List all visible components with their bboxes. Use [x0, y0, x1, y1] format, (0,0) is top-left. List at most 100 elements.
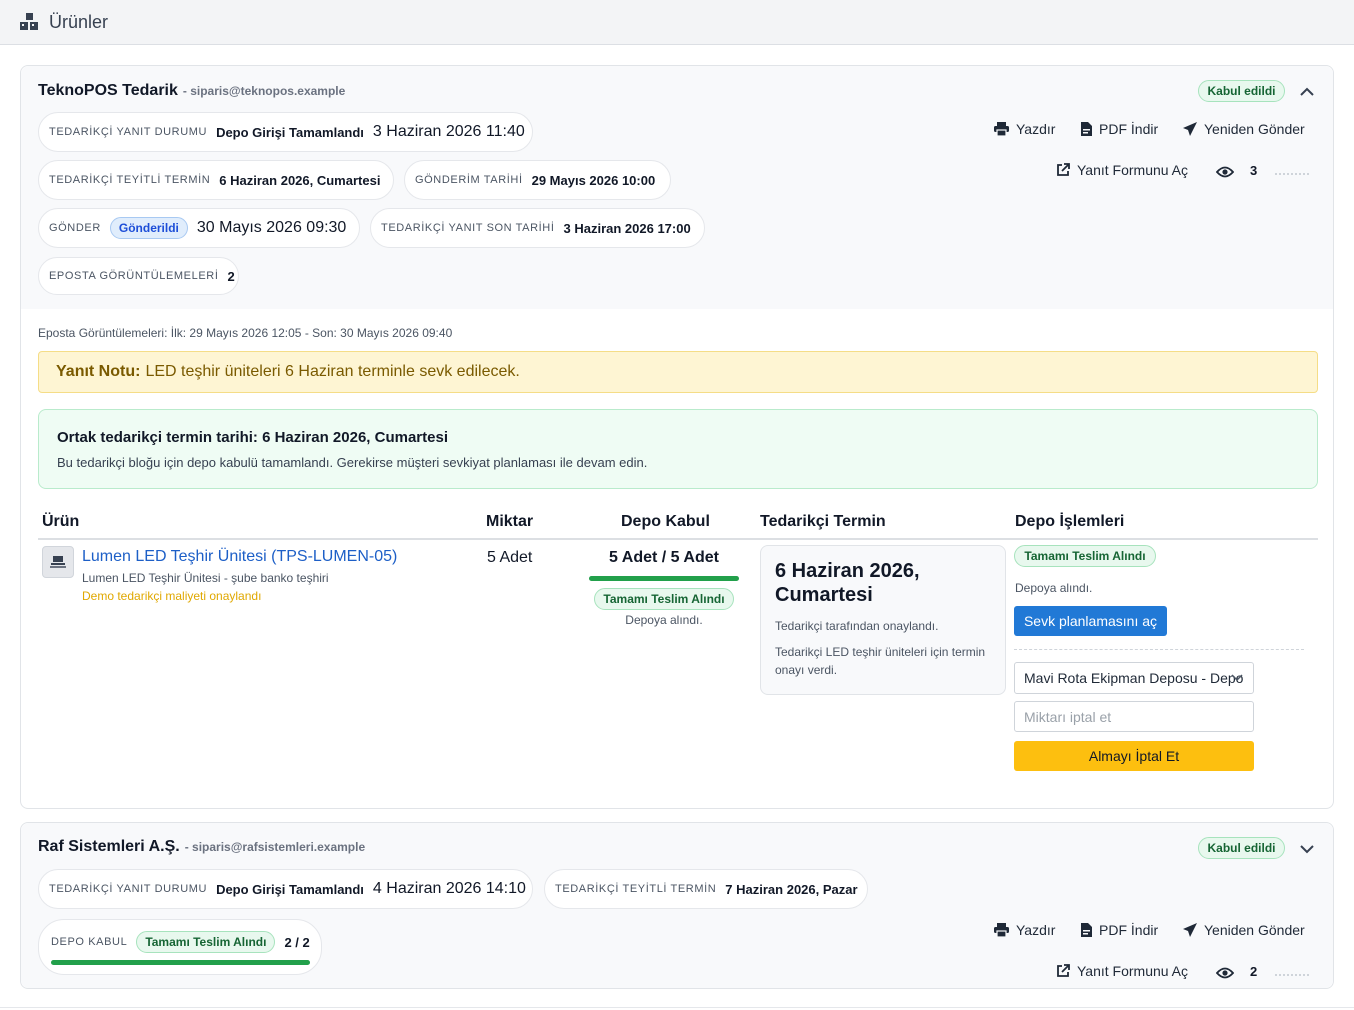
product-link[interactable]: Lumen LED Teşhir Ünitesi (TPS-LUMEN-05) — [82, 548, 397, 566]
pill-time: 3 Haziran 2026 11:40 — [372, 123, 525, 140]
pdf-label: PDF İndir — [1099, 121, 1159, 137]
supplier-email: - siparis@rafsistemleri.example — [184, 840, 366, 854]
pill-label: TEDARİKÇİ YANIT SON TARİHİ — [381, 222, 555, 234]
printer-icon — [994, 122, 1009, 136]
email-views-line: Eposta Görüntülemeleri: İlk: 29 Mayıs 20… — [38, 326, 453, 340]
eye-icon — [1216, 967, 1234, 979]
supplier-title: TeknoPOS Tedarik - siparis@teknopos.exam… — [38, 82, 345, 100]
resend-button[interactable]: Yeniden Gönder — [1183, 922, 1305, 938]
pill-confirmed-term: TEDARİKÇİ TEYİTLİ TERMİN 6 Haziran 2026,… — [38, 160, 394, 200]
received-badge: Tamamı Teslim Alındı — [136, 931, 276, 953]
external-link-icon — [1057, 964, 1070, 977]
supplier-title: Raf Sistemleri A.Ş. - siparis@rafsisteml… — [38, 838, 365, 856]
top-bar: Ürünler — [0, 0, 1354, 45]
external-link-icon — [1057, 163, 1070, 176]
pill-response-status: TEDARİKÇİ YANIT DURUMU Depo Girişi Tamam… — [38, 869, 533, 909]
pill-label: EPOSTA GÖRÜNTÜLEMELERİ — [49, 270, 219, 282]
products-icon — [20, 13, 38, 30]
received-progress-fill — [589, 576, 739, 581]
pdf-label: PDF İndir — [1099, 922, 1159, 938]
product-image-icon — [50, 556, 66, 568]
term-date: 6 Haziran 2026, Cumartesi — [775, 560, 920, 606]
received-progress-bar — [589, 576, 739, 581]
pdf-file-icon — [1081, 923, 1092, 937]
pdf-file-icon — [1081, 122, 1092, 136]
supplier-name: TeknoPOS Tedarik — [38, 82, 178, 99]
pill-send: GÖNDER Gönderildi 30 Mayıs 2026 09:30 — [38, 208, 360, 248]
cancel-qty-input[interactable] — [1014, 701, 1254, 732]
table-header-divider — [38, 538, 1318, 540]
pdf-download-button[interactable]: PDF İndir — [1081, 922, 1158, 938]
page-title: Ürünler — [49, 12, 109, 32]
pill-time: 4 Haziran 2026 14:10 — [372, 880, 526, 897]
ops-divider — [1014, 649, 1304, 650]
receive-progress-bar — [51, 960, 310, 965]
received-count: 5 Adet / 5 Adet — [609, 549, 719, 566]
supplier-card-header: TeknoPOS Tedarik - siparis@teknopos.exam… — [21, 66, 1333, 309]
receive-progress-fill — [51, 960, 310, 965]
dotted-separator — [1275, 173, 1309, 175]
view-count: 2 — [1250, 964, 1258, 979]
pill-value: 6 Haziran 2026, Cumartesi — [219, 172, 381, 188]
chevron-down-icon[interactable] — [1299, 841, 1315, 857]
pill-value: Depo Girişi Tamamlandı — [216, 124, 364, 140]
product-description: Lumen LED Teşhir Ünitesi - şube banko te… — [82, 571, 329, 585]
chevron-down-icon — [1231, 674, 1243, 682]
product-qty: 5 Adet — [487, 549, 533, 566]
print-button[interactable]: Yazdır — [994, 922, 1055, 938]
pill-label: TEDARİKÇİ TEYİTLİ TERMİN — [49, 174, 211, 186]
col-header-receive: Depo Kabul — [621, 513, 710, 530]
common-term-text: Bu tedarikçi bloğu için depo kabulü tama… — [57, 455, 648, 470]
pill-label: GÖNDER — [49, 222, 101, 234]
status-badge: Kabul edildi — [1198, 837, 1285, 859]
open-form-label: Yanıt Formunu Aç — [1077, 963, 1189, 979]
product-cost-note: Demo tedarikçi maliyeti onaylandı — [82, 589, 262, 603]
chevron-up-icon[interactable] — [1299, 84, 1315, 100]
note-label: Yanıt Notu: — [56, 363, 141, 380]
term-note: Tedarikçi LED teşhir üniteleri için term… — [775, 645, 986, 677]
col-header-term: Tedarikçi Termin — [760, 513, 886, 530]
print-label: Yazdır — [1016, 922, 1056, 938]
pill-value: 2 / 2 — [284, 934, 310, 950]
pill-label: TEDARİKÇİ TEYİTLİ TERMİN — [555, 883, 717, 895]
note-text: LED teşhir üniteleri 6 Haziran terminle … — [145, 363, 520, 380]
supplier-card-raf-sistemleri: Raf Sistemleri A.Ş. - siparis@rafsisteml… — [20, 822, 1334, 989]
pill-response-deadline: TEDARİKÇİ YANIT SON TARİHİ 3 Haziran 202… — [370, 208, 705, 248]
supplier-name: Raf Sistemleri A.Ş. — [38, 838, 180, 855]
product-thumbnail — [42, 546, 74, 578]
ops-status-badge: Tamamı Teslim Alındı — [1014, 545, 1156, 567]
pill-value: 7 Haziran 2026, Pazar — [725, 881, 858, 897]
pill-label: GÖNDERİM TARİHİ — [415, 174, 523, 186]
view-count: 3 — [1250, 163, 1258, 178]
pill-time: 30 Mayıs 2026 09:30 — [196, 219, 347, 236]
eye-icon — [1216, 166, 1234, 178]
open-response-form-button[interactable]: Yanıt Formunu Aç — [1056, 162, 1188, 178]
print-button[interactable]: Yazdır — [994, 121, 1055, 137]
resend-label: Yeniden Gönder — [1204, 121, 1305, 137]
cancel-receive-button[interactable]: Almayı İptal Et — [1014, 741, 1254, 771]
receive-row: DEPO KABUL Tamamı Teslim Alındı 2 / 2 — [51, 931, 310, 953]
term-status: Tedarikçi tarafından onaylandı. — [775, 619, 939, 633]
pill-label: TEDARİKÇİ YANIT DURUMU — [49, 126, 208, 138]
open-form-label: Yanıt Formunu Aç — [1077, 162, 1189, 178]
open-shipment-planning-button[interactable]: Sevk planlamasını aç — [1014, 606, 1167, 636]
received-badge: Tamamı Teslim Alındı — [594, 588, 734, 610]
warehouse-select[interactable]: Mavi Rota Ekipman Deposu - Depo — [1014, 662, 1254, 694]
resend-button[interactable]: Yeniden Gönder — [1183, 121, 1305, 137]
col-header-ops: Depo İşlemleri — [1015, 513, 1125, 530]
supplier-term-box: 6 Haziran 2026, Cumartesi Tedarikçi tara… — [760, 545, 1006, 695]
pill-confirmed-term: TEDARİKÇİ TEYİTLİ TERMİN 7 Haziran 2026,… — [544, 869, 868, 909]
pill-value: 2 — [227, 268, 235, 284]
main-content: TeknoPOS Tedarik - siparis@teknopos.exam… — [0, 45, 1354, 1010]
response-note: Yanıt Notu: LED teşhir üniteleri 6 Hazir… — [38, 351, 1318, 393]
pdf-download-button[interactable]: PDF İndir — [1081, 121, 1158, 137]
pill-warehouse-receive: DEPO KABUL Tamamı Teslim Alındı 2 / 2 — [38, 919, 322, 975]
pill-label: TEDARİKÇİ YANIT DURUMU — [49, 883, 208, 895]
print-label: Yazdır — [1016, 121, 1056, 137]
sent-badge: Gönderildi — [109, 217, 188, 239]
bottom-divider — [0, 1007, 1354, 1008]
common-term-title: Ortak tedarikçi termin tarihi: 6 Haziran… — [57, 429, 448, 446]
col-header-qty: Miktar — [486, 513, 534, 530]
col-header-product: Ürün — [42, 513, 80, 530]
open-response-form-button[interactable]: Yanıt Formunu Aç — [1056, 963, 1188, 979]
